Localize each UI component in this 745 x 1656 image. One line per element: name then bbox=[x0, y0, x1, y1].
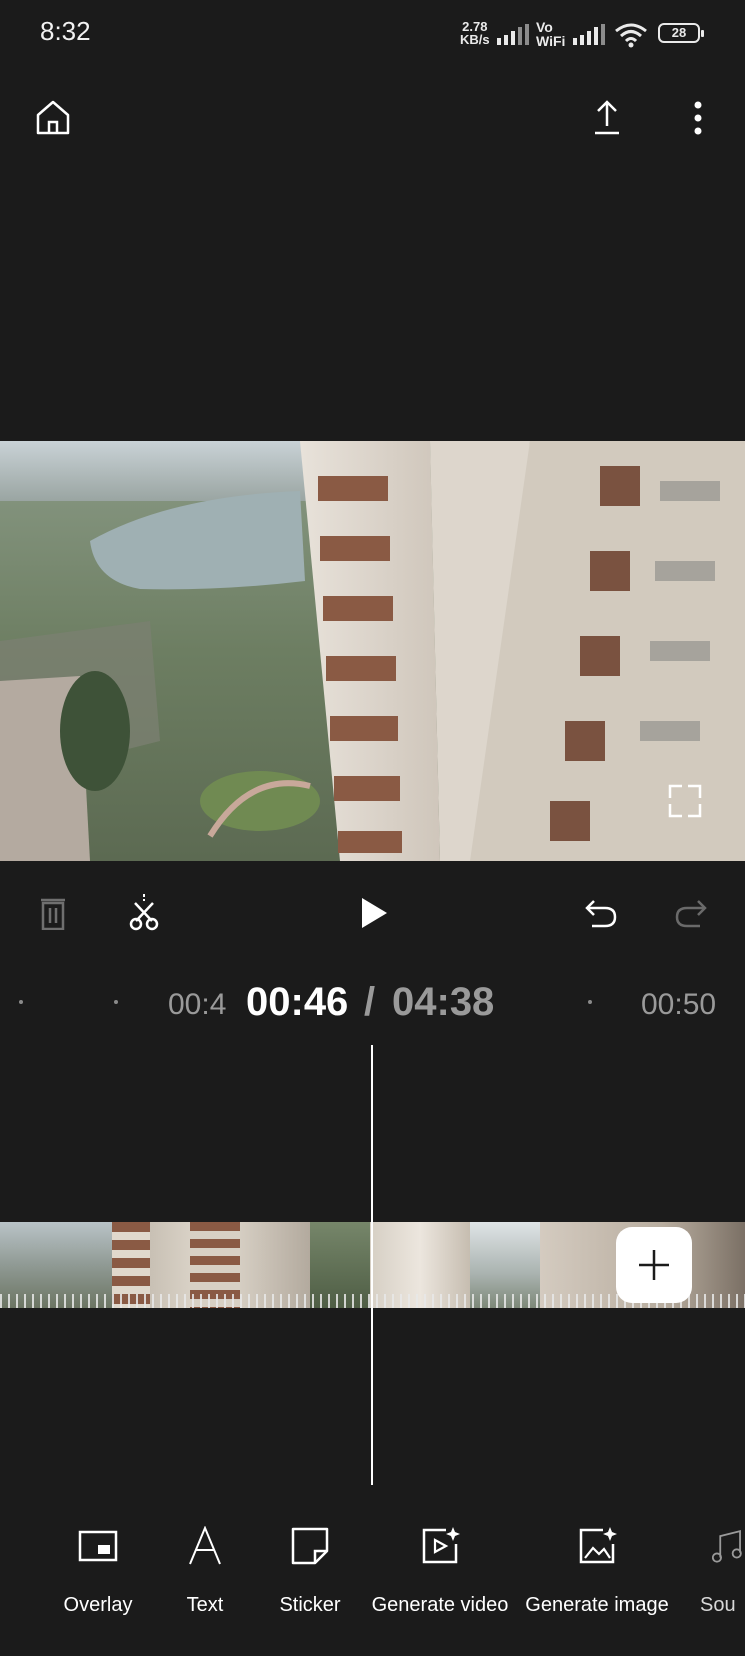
network-speed: 2.78 KB/s bbox=[460, 20, 490, 46]
more-vertical-icon[interactable] bbox=[691, 100, 705, 136]
signal-icon bbox=[497, 24, 529, 45]
wifi-label: WiFi bbox=[536, 33, 566, 49]
timeline-tick-left: 00:4 bbox=[168, 988, 227, 1021]
tool-sound[interactable]: Sou bbox=[690, 1520, 745, 1617]
timeline-tick-dot bbox=[114, 1000, 118, 1004]
tool-label: Sou bbox=[700, 1594, 736, 1616]
generate-image-icon bbox=[579, 1527, 617, 1564]
playhead[interactable] bbox=[371, 1045, 373, 1485]
video-preview[interactable] bbox=[0, 441, 745, 861]
plus-icon bbox=[639, 1250, 669, 1280]
battery-indicator: 28 bbox=[658, 23, 704, 43]
overlay-icon bbox=[78, 1530, 118, 1562]
add-clip-button[interactable] bbox=[616, 1227, 692, 1303]
sound-icon bbox=[712, 1529, 742, 1563]
time-separator: / bbox=[364, 980, 376, 1024]
total-time: 04:38 bbox=[392, 980, 495, 1024]
current-time: 00:46 bbox=[246, 980, 349, 1024]
tool-label: Generate image bbox=[525, 1594, 669, 1616]
generate-video-icon bbox=[422, 1527, 460, 1564]
home-icon[interactable] bbox=[34, 98, 72, 136]
tool-label: Generate video bbox=[371, 1594, 509, 1616]
tool-sticker[interactable]: Sticker bbox=[235, 1520, 385, 1617]
timeline-tick-dot bbox=[19, 1000, 23, 1004]
trash-icon[interactable] bbox=[40, 896, 66, 930]
vowifi-indicator: Vo WiFi bbox=[536, 20, 565, 48]
upload-icon[interactable] bbox=[592, 100, 622, 136]
redo-icon[interactable] bbox=[675, 898, 707, 928]
network-speed-unit: KB/s bbox=[460, 32, 490, 47]
wifi-icon bbox=[615, 23, 647, 48]
vo-label: Vo bbox=[536, 19, 553, 35]
sticker-icon bbox=[291, 1527, 329, 1565]
scissors-icon[interactable] bbox=[128, 893, 160, 931]
signal-2-icon bbox=[573, 24, 605, 45]
status-time: 8:32 bbox=[40, 16, 91, 46]
tool-generate-video[interactable]: Generate video bbox=[365, 1520, 515, 1617]
undo-icon[interactable] bbox=[585, 898, 617, 928]
timeline-tick-dot bbox=[588, 1000, 592, 1004]
timeline-tick-right: 00:50 bbox=[641, 988, 717, 1021]
text-icon bbox=[189, 1526, 221, 1565]
play-icon[interactable] bbox=[360, 897, 388, 929]
tool-generate-image[interactable]: Generate image bbox=[522, 1520, 672, 1617]
tool-label: Sticker bbox=[279, 1594, 341, 1616]
